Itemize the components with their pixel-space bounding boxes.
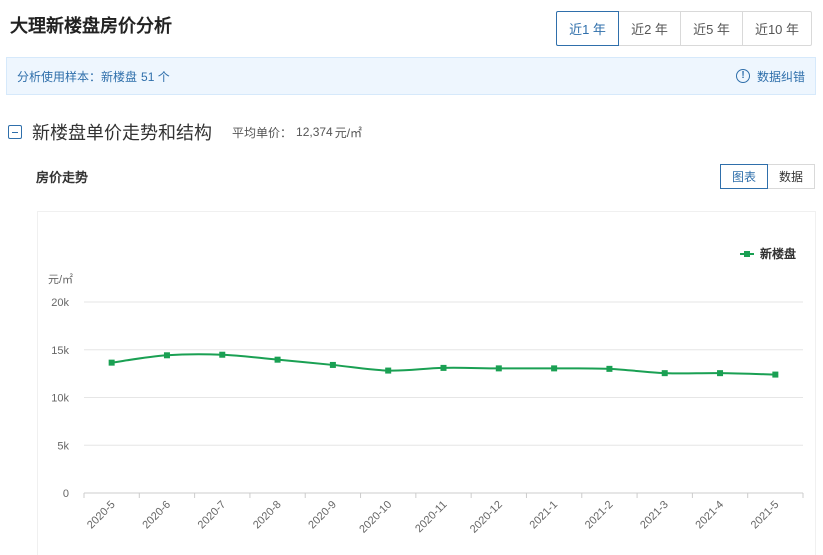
x-tick-label: 2020-12 [468,499,505,536]
data-point [108,359,115,366]
x-tick-label: 2021-5 [749,499,782,532]
data-point [661,370,668,377]
data-point [163,352,170,359]
data-point [551,365,558,372]
x-tick-label: 2021-3 [638,499,671,532]
tab-range-1-year[interactable]: 近1 年 [556,11,619,46]
data-point [495,365,502,372]
data-point [772,371,779,378]
x-tick-label: 2020-10 [357,499,394,536]
y-tick-label: 0 [63,488,69,500]
x-tick-label: 2020-5 [85,499,118,532]
data-point [329,361,336,368]
x-tick-label: 2021-4 [693,499,726,532]
x-tick-label: 2020-8 [251,499,284,532]
y-axis-label: 元/㎡ [48,273,73,286]
x-tick-label: 2020-6 [140,499,173,532]
data-point [606,365,613,372]
y-tick-label: 20k [51,297,69,309]
y-tick-label: 15k [51,345,69,357]
x-tick-label: 2020-9 [306,499,339,532]
data-point [274,356,281,363]
data-point [219,351,226,358]
price-trend-chart: 元/㎡ 0 5k 10k 15k 20k 2020-5 2020-6 2020-7 2020-8 2… [48,273,804,536]
y-tick-label: 5k [57,440,69,452]
x-tick-label: 2020-7 [196,499,229,532]
x-tick-label: 2021-1 [528,499,561,532]
data-point [440,364,447,371]
x-tick-label: 2021-2 [583,499,616,532]
series-line [111,353,776,376]
data-point [385,367,392,374]
data-point [717,370,724,377]
x-tick-label: 2020-11 [413,499,449,535]
chart-view-button[interactable]: 图表 [720,164,768,189]
y-tick-label: 10k [51,393,69,405]
